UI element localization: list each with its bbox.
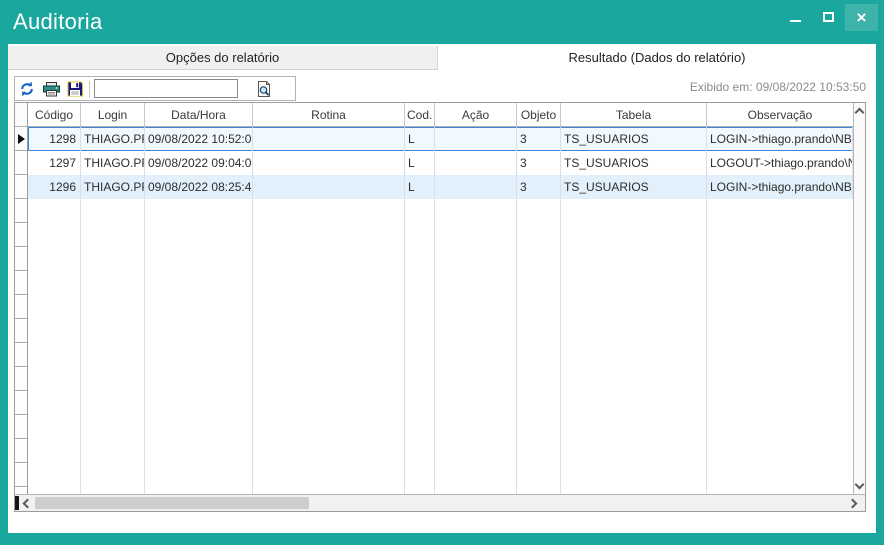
cell-tabela[interactable]: TS_USUARIOS: [561, 175, 707, 199]
cell-objeto[interactable]: 3: [517, 175, 561, 199]
scroll-up-icon[interactable]: [855, 108, 865, 118]
cell-objeto[interactable]: 3: [517, 151, 561, 175]
cell-tabela[interactable]: TS_USUARIOS: [561, 151, 707, 175]
cell-codigo[interactable]: 1296: [28, 175, 81, 199]
row-indicator-header: [15, 103, 28, 126]
column-header-acao[interactable]: Ação: [435, 103, 517, 126]
preview-document-icon: [256, 81, 272, 97]
displayed-at-timestamp: Exibido em: 09/08/2022 10:53:50: [690, 80, 866, 94]
cell-observacao[interactable]: LOGOUT->thiago.prando\NB-0: [707, 151, 853, 175]
cell-objeto[interactable]: 3: [517, 127, 561, 151]
print-button[interactable]: [39, 78, 63, 99]
minimize-button[interactable]: [779, 4, 812, 31]
cell-codigo[interactable]: 1297: [28, 151, 81, 175]
cell-login[interactable]: THIAGO.PRANDO: [81, 151, 145, 175]
cell-acao[interactable]: [435, 151, 517, 175]
cell-rotina[interactable]: [253, 151, 405, 175]
column-header-rotina[interactable]: Rotina: [253, 103, 405, 126]
tab-resultado[interactable]: Resultado (Dados do relatório): [438, 44, 876, 70]
cell-login[interactable]: THIAGO.PRANDO: [81, 175, 145, 199]
toolbar-separator: [89, 81, 90, 97]
current-row-marker-icon: [18, 134, 25, 144]
refresh-button[interactable]: [15, 78, 39, 99]
tab-strip: Opções do relatório Resultado (Dados do …: [8, 44, 876, 70]
window-content: Opções do relatório Resultado (Dados do …: [8, 44, 876, 533]
title-bar: Auditoria ×: [0, 0, 884, 44]
cell-cod-acao[interactable]: L: [405, 151, 435, 175]
cell-cod-acao[interactable]: L: [405, 175, 435, 199]
tab-opcoes-label: Opções do relatório: [166, 50, 279, 65]
scroll-right-icon[interactable]: [848, 499, 858, 509]
search-input[interactable]: [94, 79, 238, 98]
save-button[interactable]: [63, 78, 87, 99]
window-title: Auditoria: [13, 9, 103, 35]
column-header-observacao[interactable]: Observação: [707, 103, 853, 126]
cell-observacao[interactable]: LOGIN->thiago.prando\NB-0: [707, 175, 853, 199]
scroll-edge-grip: [15, 496, 19, 510]
column-header-objeto[interactable]: Objeto: [517, 103, 561, 126]
vertical-scrollbar[interactable]: [853, 103, 865, 494]
cell-acao[interactable]: [435, 127, 517, 151]
cell-data-hora[interactable]: 09/08/2022 09:04:08: [145, 151, 253, 175]
window-controls: ×: [779, 3, 878, 31]
cell-rotina[interactable]: [253, 175, 405, 199]
table-row[interactable]: 1298 THIAGO.PRANDO 09/08/2022 10:52:06 L…: [28, 127, 853, 151]
close-button[interactable]: ×: [845, 4, 878, 31]
grid-rows: 1298 THIAGO.PRANDO 09/08/2022 10:52:06 L…: [28, 127, 853, 199]
report-toolbar: [14, 76, 296, 101]
maximize-button[interactable]: [812, 4, 845, 31]
tab-opcoes-relatorio[interactable]: Opções do relatório: [8, 46, 438, 70]
cell-rotina[interactable]: [253, 127, 405, 151]
horizontal-scrollbar[interactable]: [15, 494, 865, 511]
grid-header-row: Código Login Data/Hora Rotina Cod. ação …: [15, 103, 853, 127]
cell-tabela[interactable]: TS_USUARIOS: [561, 127, 707, 151]
column-header-codigo[interactable]: Código: [28, 103, 81, 126]
minimize-icon: [790, 20, 801, 22]
auditoria-window: Auditoria × Opções do relatório Resultad…: [0, 0, 884, 545]
table-row[interactable]: 1297 THIAGO.PRANDO 09/08/2022 09:04:08 L…: [28, 151, 853, 175]
cell-data-hora[interactable]: 09/08/2022 10:52:06: [145, 127, 253, 151]
preview-report-button[interactable]: [252, 78, 276, 99]
tab-resultado-label: Resultado (Dados do relatório): [568, 50, 745, 65]
cell-codigo[interactable]: 1298: [28, 127, 81, 151]
cell-cod-acao[interactable]: L: [405, 127, 435, 151]
horizontal-scroll-thumb[interactable]: [35, 497, 309, 509]
column-header-tabela[interactable]: Tabela: [561, 103, 707, 126]
grid-body: 1298 THIAGO.PRANDO 09/08/2022 10:52:06 L…: [15, 127, 853, 494]
refresh-icon: [19, 81, 35, 97]
close-icon: ×: [857, 9, 867, 26]
column-header-login[interactable]: Login: [81, 103, 145, 126]
table-row[interactable]: 1296 THIAGO.PRANDO 09/08/2022 08:25:43 L…: [28, 175, 853, 199]
scroll-down-icon[interactable]: [855, 480, 865, 490]
audit-results-grid: Código Login Data/Hora Rotina Cod. ação …: [14, 102, 866, 512]
print-icon: [43, 81, 60, 97]
column-header-data-hora[interactable]: Data/Hora: [145, 103, 253, 126]
column-header-cod-acao[interactable]: Cod. ação: [405, 103, 435, 126]
cell-login[interactable]: THIAGO.PRANDO: [81, 127, 145, 151]
scroll-left-icon[interactable]: [23, 499, 33, 509]
cell-observacao[interactable]: LOGIN->thiago.prando\NB-0: [707, 127, 853, 151]
cell-data-hora[interactable]: 09/08/2022 08:25:43: [145, 175, 253, 199]
save-icon: [67, 81, 83, 97]
cell-acao[interactable]: [435, 175, 517, 199]
row-indicator-column: [15, 127, 28, 494]
maximize-icon: [823, 12, 834, 22]
